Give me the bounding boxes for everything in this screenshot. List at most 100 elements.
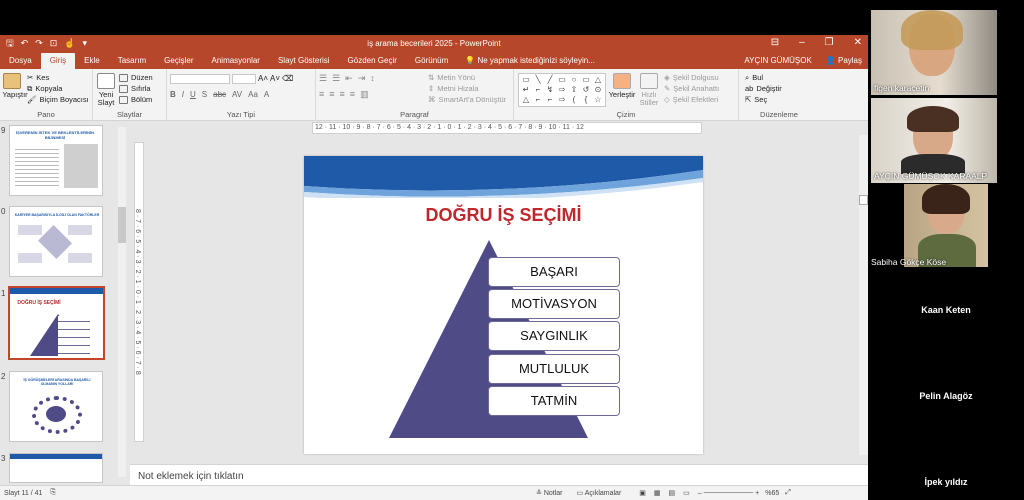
slideshow-view-icon[interactable]: ▭: [683, 489, 690, 497]
align-left-icon[interactable]: ≡: [319, 89, 324, 100]
zoom-slider[interactable]: – ────────── +: [698, 490, 759, 497]
slide-thumbnail[interactable]: [9, 453, 103, 483]
redo-icon[interactable]: ↷: [35, 38, 43, 49]
shape-option-icon[interactable]: ↯: [545, 86, 555, 94]
shape-option-icon[interactable]: ╲: [533, 76, 543, 84]
grow-font-icon[interactable]: A˄: [258, 74, 268, 84]
slide-thumbnails-pane[interactable]: 9 İŞVERENİN İSTEK VE BEKLENTİLERİNİN BİL…: [0, 121, 128, 484]
shrink-font-icon[interactable]: A˅: [270, 74, 280, 84]
smartart-button[interactable]: ⌘ SmartArt'a Dönüştür: [428, 94, 506, 105]
find-button[interactable]: ⌕ Bul: [745, 72, 782, 83]
slide-scroll-thumb[interactable]: [859, 195, 868, 205]
restore-icon[interactable]: ❐: [825, 37, 834, 48]
line-spacing-icon[interactable]: ↕: [370, 73, 375, 84]
participant-video[interactable]: AYÇIN GÜMÜŞOK KARAALP: [871, 98, 997, 183]
slide-thumbnail[interactable]: KARİYER BAŞARISIYLA İLGİLİ OLAN FAKTÖRLE…: [9, 206, 103, 277]
fit-slide-icon[interactable]: ⤢: [785, 489, 791, 497]
tab-view[interactable]: Görünüm: [406, 53, 457, 69]
zoom-level[interactable]: %65: [765, 490, 779, 497]
slide-canvas[interactable]: DOĞRU İŞ SEÇİMİ BAŞARI MOTİVASYON SAYGIN…: [304, 156, 703, 454]
shape-option-icon[interactable]: ⌐: [533, 86, 543, 94]
tab-review[interactable]: Gözden Geçir: [339, 53, 406, 69]
shape-option-icon[interactable]: ⌐: [533, 96, 543, 104]
arrange-button[interactable]: Yerleştir: [609, 73, 635, 99]
tab-design[interactable]: Tasarım: [109, 53, 155, 69]
shape-option-icon[interactable]: ↺: [581, 86, 591, 94]
section-button[interactable]: Bölüm: [119, 94, 153, 105]
char-spacing-button[interactable]: AV: [232, 90, 242, 99]
touch-mode-icon[interactable]: ☝: [64, 38, 75, 49]
slide-scrollbar[interactable]: [859, 135, 868, 455]
pyramid-level[interactable]: SAYGINLIK: [488, 321, 620, 351]
shape-option-icon[interactable]: ▭: [581, 76, 591, 84]
change-case-button[interactable]: Aa: [248, 90, 258, 99]
format-painter-button[interactable]: 🖌 Biçim Boyacısı: [27, 94, 89, 105]
shape-option-icon[interactable]: △: [521, 96, 531, 104]
reset-button[interactable]: Sıfırla: [119, 83, 153, 94]
align-center-icon[interactable]: ≡: [329, 89, 334, 100]
shape-option-icon[interactable]: ⌐: [545, 96, 555, 104]
shape-option-icon[interactable]: ▭: [521, 76, 531, 84]
tab-file[interactable]: Dosya: [0, 53, 41, 69]
shape-fill-button[interactable]: ◈ Şekil Dolgusu: [664, 72, 719, 83]
font-size-dropdown[interactable]: [232, 74, 256, 84]
align-text-button[interactable]: ⇕ Metni Hizala: [428, 83, 506, 94]
pyramid-level[interactable]: MUTLULUK: [488, 354, 620, 384]
shape-option-icon[interactable]: {: [581, 96, 591, 104]
slideshow-icon[interactable]: ⊡: [50, 38, 58, 49]
slide-sorter-icon[interactable]: ▦: [654, 489, 661, 497]
clear-format-icon[interactable]: ⌫: [282, 74, 293, 84]
participant-video[interactable]: [904, 184, 988, 267]
participant-name[interactable]: İpek yıldız: [868, 477, 1024, 487]
italic-button[interactable]: I: [182, 90, 184, 99]
bold-button[interactable]: B: [170, 90, 176, 99]
increase-indent-icon[interactable]: ⇥: [358, 73, 366, 84]
thumbnail-scroll-thumb[interactable]: [118, 207, 126, 243]
ribbon-display-icon[interactable]: ⊟: [771, 37, 779, 48]
tell-me-box[interactable]: 💡 Ne yapmak istediğinizi söyleyin...: [457, 53, 603, 69]
shape-option-icon[interactable]: ⊙: [593, 86, 603, 94]
tab-animations[interactable]: Animasyonlar: [203, 53, 269, 69]
align-right-icon[interactable]: ≡: [340, 89, 345, 100]
share-button[interactable]: 👤 Paylaş: [826, 53, 862, 69]
slide-thumbnail-selected[interactable]: DOĞRU İŞ SEÇİMİ: [8, 286, 105, 360]
cut-button[interactable]: ✂ Kes: [27, 72, 89, 83]
layout-button[interactable]: Düzen: [119, 72, 153, 83]
decrease-indent-icon[interactable]: ⇤: [345, 73, 353, 84]
underline-button[interactable]: U: [190, 90, 196, 99]
shape-effects-button[interactable]: ◇ Şekil Efektleri: [664, 94, 719, 105]
shape-option-icon[interactable]: ☆: [593, 96, 603, 104]
user-name[interactable]: AYÇIN GÜMÜŞOK: [744, 53, 811, 69]
replace-button[interactable]: ab Değiştir: [745, 83, 782, 94]
font-color-button[interactable]: A: [264, 90, 269, 99]
quick-styles-button[interactable]: Hızlı Stiller: [638, 73, 660, 107]
shape-option-icon[interactable]: △: [593, 76, 603, 84]
copy-button[interactable]: ⧉ Kopyala: [27, 83, 89, 94]
pyramid-level[interactable]: BAŞARI: [488, 257, 620, 287]
tab-slideshow[interactable]: Slayt Gösterisi: [269, 53, 339, 69]
select-button[interactable]: ⇱ Seç: [745, 94, 782, 105]
tab-transitions[interactable]: Geçişler: [155, 53, 202, 69]
shapes-gallery[interactable]: ▭ ╲ ╱ ▭ ○ ▭ △ ↵ ⌐ ↯ ⇨ ⇧ ↺ ⊙ △ ⌐ ⌐ ⇨({☆: [518, 73, 606, 107]
justify-icon[interactable]: ≡: [350, 89, 355, 100]
notes-pane[interactable]: Not eklemek için tıklatın: [130, 464, 868, 486]
shape-option-icon[interactable]: ○: [569, 76, 579, 84]
notes-button[interactable]: ≙ Notlar: [536, 489, 563, 497]
pyramid-level[interactable]: MOTİVASYON: [488, 289, 620, 319]
paste-button[interactable]: Yapıştır: [1, 73, 28, 99]
bullets-icon[interactable]: ☰: [319, 73, 327, 84]
reading-view-icon[interactable]: ▤: [669, 489, 676, 497]
thumbnail-scrollbar[interactable]: [118, 127, 126, 477]
shape-option-icon[interactable]: ↵: [521, 86, 531, 94]
pyramid-level[interactable]: TATMİN: [488, 386, 620, 416]
close-icon[interactable]: ✕: [854, 37, 862, 48]
participant-name[interactable]: Kaan Keten: [868, 305, 1024, 315]
font-family-dropdown[interactable]: [170, 74, 230, 84]
undo-icon[interactable]: ↶: [21, 38, 29, 49]
slide-thumbnail[interactable]: İŞVERENİN İSTEK VE BEKLENTİLERİNİN BİLİN…: [9, 125, 103, 196]
shape-option-icon[interactable]: ⇨: [557, 96, 567, 104]
tab-home[interactable]: Giriş: [40, 53, 76, 69]
slide-thumbnail[interactable]: İŞ GÖRÜŞMELERİ ARASINDA BAŞARILI OLMANIN…: [9, 371, 103, 442]
shape-option-icon[interactable]: ╱: [545, 76, 555, 84]
save-icon[interactable]: 🖫: [6, 36, 14, 52]
